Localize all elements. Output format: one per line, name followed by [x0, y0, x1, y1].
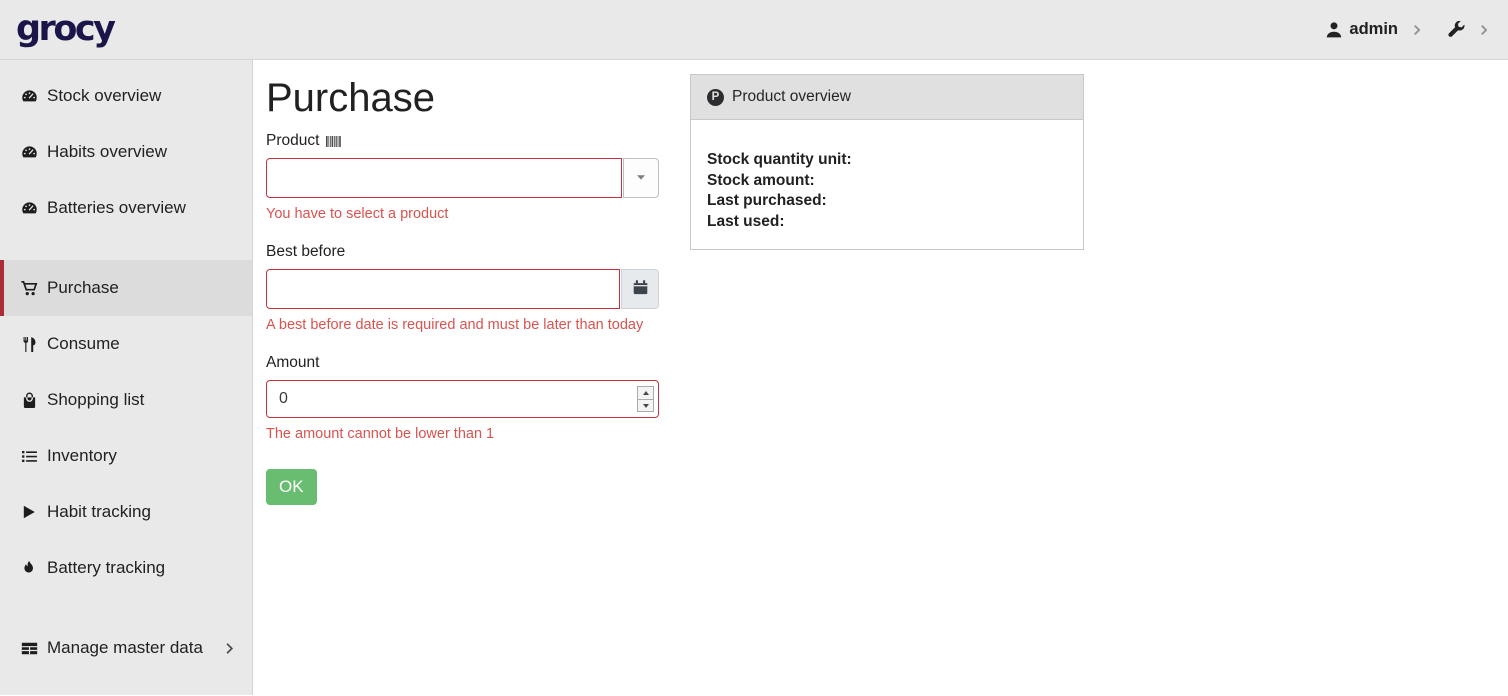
sidebar-item-label: Manage master data	[47, 638, 203, 658]
product-error-message: You have to select a product	[266, 205, 659, 223]
sidebar-item-inventory[interactable]: Inventory	[0, 428, 252, 484]
sidebar-item-consume[interactable]: Consume	[0, 316, 252, 372]
barcode-icon	[326, 135, 342, 148]
sidebar-item-label: Shopping list	[47, 390, 144, 410]
sidebar-item-label: Habits overview	[47, 142, 167, 162]
calendar-button[interactable]	[621, 269, 659, 309]
sidebar-item-shopping-list[interactable]: Shopping list	[0, 372, 252, 428]
tachometer-icon	[20, 144, 38, 161]
sidebar-item-battery-tracking[interactable]: Battery tracking	[0, 540, 252, 596]
stock-amount-label: Stock amount:	[707, 171, 1067, 192]
ok-button[interactable]: OK	[266, 469, 317, 505]
app-logo[interactable]: grocy	[16, 12, 113, 47]
sidebar-item-label: Inventory	[47, 446, 117, 466]
sidebar-item-stock-overview[interactable]: Stock overview	[0, 68, 252, 124]
spinner-down-icon[interactable]	[638, 399, 653, 412]
sidebar-item-label: Consume	[47, 334, 120, 354]
sidebar-item-purchase[interactable]: Purchase	[0, 260, 252, 316]
last-used-label: Last used:	[707, 212, 1067, 233]
sidebar-item-label: Habit tracking	[47, 502, 151, 522]
sidebar-item-manage-master-data[interactable]: Manage master data	[0, 620, 252, 676]
table-icon	[20, 640, 38, 657]
header-menus: admin	[1325, 20, 1490, 39]
best-before-label-row: Best before	[266, 243, 659, 261]
product-input[interactable]	[266, 158, 622, 198]
amount-input[interactable]	[266, 380, 659, 418]
best-before-error-message: A best before date is required and must …	[266, 316, 659, 334]
amount-error-message: The amount cannot be lower than 1	[266, 425, 659, 443]
amount-group	[266, 380, 659, 418]
product-hunt-icon	[707, 89, 724, 106]
app-header: grocy admin	[0, 0, 1508, 60]
settings-menu-toggle[interactable]	[1423, 21, 1490, 39]
user-menu-toggle[interactable]: admin	[1325, 20, 1423, 39]
product-overview-card: Product overview Stock quantity unit: St…	[690, 74, 1084, 250]
chevron-right-icon	[223, 642, 236, 655]
product-label: Product	[266, 132, 319, 150]
tachometer-icon	[20, 200, 38, 217]
page-title: Purchase	[266, 74, 659, 122]
best-before-group	[266, 269, 659, 309]
wrench-icon	[1447, 21, 1465, 39]
product-overview-body: Stock quantity unit: Stock amount: Last …	[691, 120, 1083, 249]
sidebar-item-batteries-overview[interactable]: Batteries overview	[0, 180, 252, 236]
utensils-icon	[20, 336, 38, 353]
play-icon	[20, 504, 38, 520]
best-before-input[interactable]	[266, 269, 620, 309]
user-icon	[1325, 21, 1343, 39]
shopping-cart-icon	[20, 280, 38, 297]
stock-quantity-unit-label: Stock quantity unit:	[707, 150, 1067, 171]
number-spinner[interactable]	[637, 386, 654, 412]
product-dropdown-button[interactable]	[623, 158, 659, 198]
amount-label: Amount	[266, 354, 319, 372]
sidebar-item-habits-overview[interactable]: Habits overview	[0, 124, 252, 180]
list-icon	[20, 448, 38, 465]
sidebar-item-label: Purchase	[47, 278, 119, 298]
chevron-right-icon	[1411, 24, 1423, 36]
sidebar-item-label: Battery tracking	[47, 558, 165, 578]
caret-down-icon	[635, 171, 647, 186]
sidebar-item-label: Batteries overview	[47, 198, 186, 218]
last-purchased-label: Last purchased:	[707, 191, 1067, 212]
tachometer-icon	[20, 88, 38, 105]
main-content: Purchase Product You have to select a pr…	[253, 60, 1508, 695]
shopping-bag-icon	[20, 392, 38, 409]
product-combobox	[266, 158, 659, 198]
amount-label-row: Amount	[266, 354, 659, 372]
sidebar-item-habit-tracking[interactable]: Habit tracking	[0, 484, 252, 540]
user-name: admin	[1349, 20, 1398, 39]
product-overview-header: Product overview	[691, 75, 1083, 120]
best-before-label: Best before	[266, 243, 345, 261]
chevron-right-icon	[1478, 24, 1490, 36]
product-label-row: Product	[266, 132, 659, 150]
sidebar-item-label: Stock overview	[47, 86, 161, 106]
calendar-icon	[632, 279, 649, 299]
sidebar: Stock overview Habits overview Batteries…	[0, 60, 253, 695]
product-overview-title: Product overview	[732, 88, 851, 106]
flame-icon	[20, 560, 38, 576]
spinner-up-icon[interactable]	[638, 387, 653, 399]
purchase-form: Purchase Product You have to select a pr…	[266, 74, 659, 505]
